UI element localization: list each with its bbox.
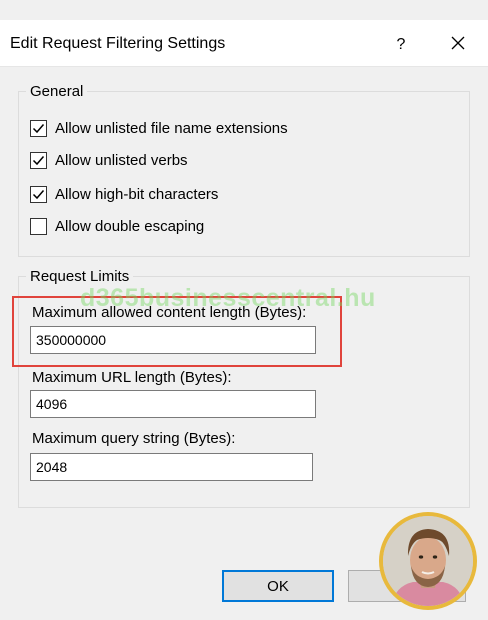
ok-button[interactable]: OK	[222, 570, 334, 602]
close-icon	[451, 36, 465, 50]
general-legend: General	[26, 83, 88, 100]
window-title: Edit Request Filtering Settings	[10, 35, 226, 52]
checkbox-label: Allow unlisted verbs	[55, 151, 188, 169]
highlight-box	[12, 296, 342, 367]
avatar	[383, 516, 473, 606]
max-url-length-label: Maximum URL length (Bytes):	[32, 369, 232, 386]
checkmark-icon	[32, 123, 45, 133]
max-url-length-input[interactable]	[30, 390, 316, 418]
request-limits-legend: Request Limits	[26, 268, 134, 285]
title-bar: Edit Request Filtering Settings ?	[0, 20, 488, 67]
presenter-avatar	[379, 512, 477, 610]
checkbox-label: Allow double escaping	[55, 217, 205, 235]
allow-unlisted-extensions-option[interactable]: Allow unlisted file name extensions	[30, 118, 288, 138]
checkbox-label: Allow unlisted file name extensions	[55, 119, 288, 137]
max-query-string-label: Maximum query string (Bytes):	[32, 430, 236, 447]
top-strip	[0, 0, 488, 20]
checkmark-icon	[32, 155, 45, 165]
close-button[interactable]	[440, 30, 476, 58]
allow-double-escaping-option[interactable]: Allow double escaping	[30, 216, 204, 236]
max-query-string-input[interactable]	[30, 453, 313, 481]
checkbox-label: Allow high-bit characters	[55, 185, 219, 203]
allow-high-bit-characters-checkbox[interactable]	[30, 185, 47, 203]
help-button[interactable]: ?	[386, 32, 416, 58]
allow-unlisted-extensions-checkbox[interactable]	[30, 119, 47, 137]
allow-unlisted-verbs-option[interactable]: Allow unlisted verbs	[30, 150, 188, 170]
allow-double-escaping-checkbox[interactable]	[30, 217, 47, 235]
presenter-portrait-icon	[383, 516, 473, 606]
checkmark-icon	[32, 189, 45, 199]
allow-high-bit-characters-option[interactable]: Allow high-bit characters	[30, 184, 218, 204]
allow-unlisted-verbs-checkbox[interactable]	[30, 151, 47, 169]
